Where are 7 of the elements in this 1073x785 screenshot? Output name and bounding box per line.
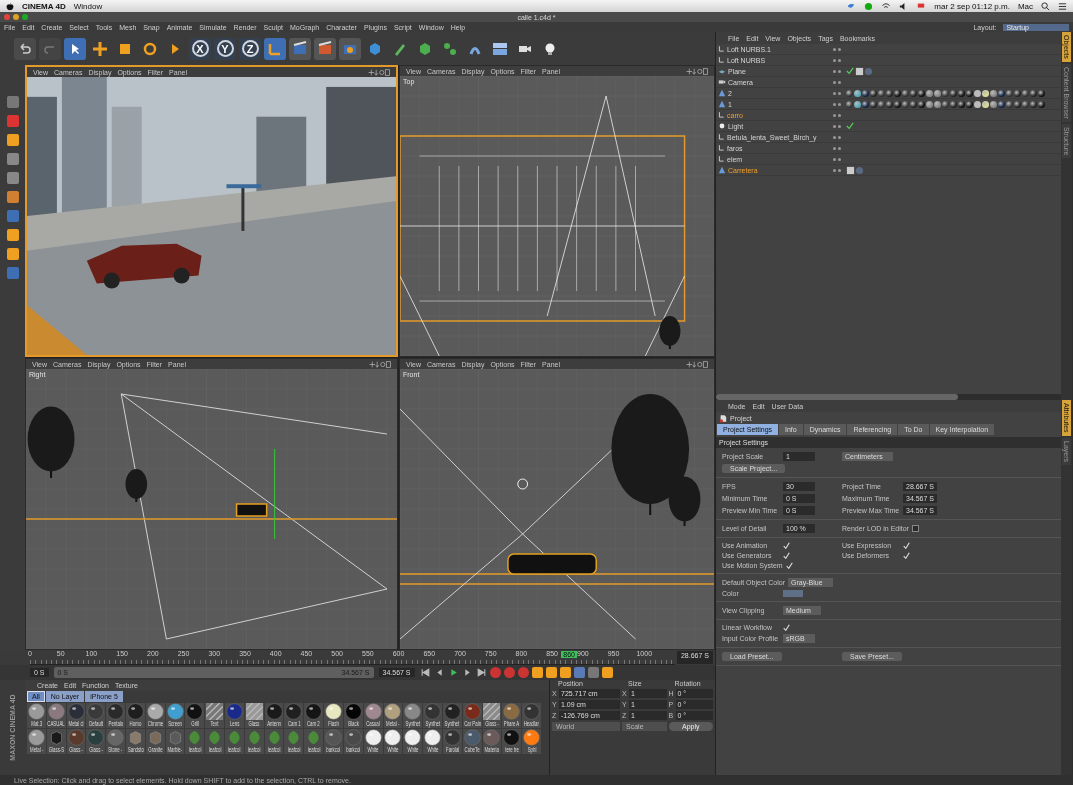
app-name: CINEMA 4D	[22, 1, 66, 11]
axis-button[interactable]: Z	[239, 37, 261, 60]
axis-button[interactable]: Y	[214, 37, 236, 60]
menu-item[interactable]: Window	[73, 1, 103, 11]
user-name[interactable]: Mac	[1017, 1, 1033, 11]
clock-text: mar 2 sep 01:12 p.m.	[934, 1, 1010, 11]
axis-button[interactable]: X	[189, 37, 211, 60]
